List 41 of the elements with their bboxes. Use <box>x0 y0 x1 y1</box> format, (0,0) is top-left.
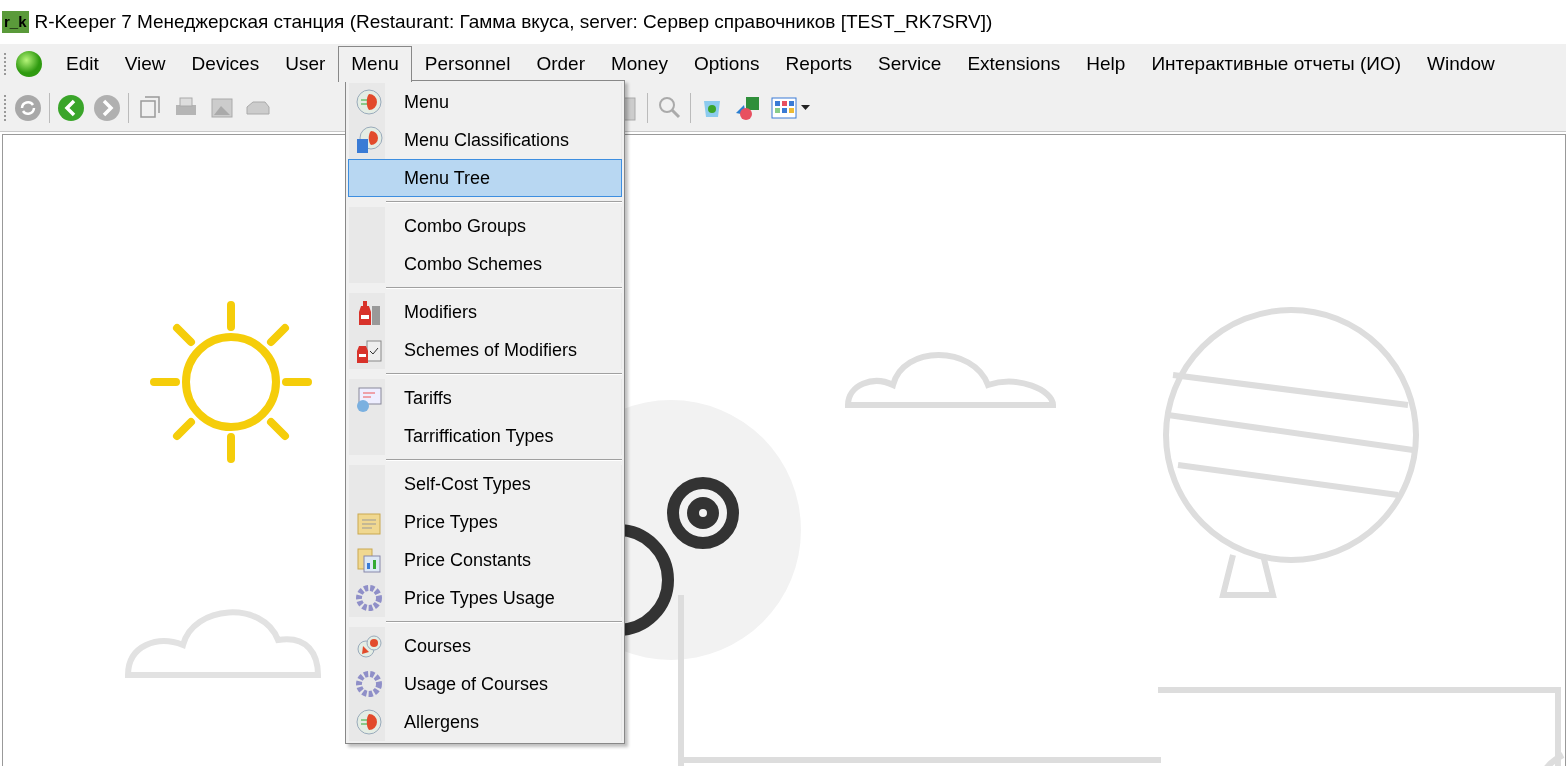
menu-item[interactable]: Menu Tree <box>348 159 622 197</box>
menu-bar-item[interactable]: Devices <box>178 46 273 82</box>
gear-icon <box>355 584 383 612</box>
menu-item[interactable]: Courses <box>348 627 622 665</box>
menu-item[interactable]: Menu <box>348 83 622 121</box>
menu-item[interactable]: Usage of Courses <box>348 665 622 703</box>
menu-item[interactable]: Modifiers <box>348 293 622 331</box>
menu-item[interactable]: Tariffs <box>348 379 622 417</box>
menu-bar-item[interactable]: Help <box>1073 46 1139 82</box>
menu-item[interactable]: Price Types Usage <box>348 579 622 617</box>
gear-icon <box>355 670 383 698</box>
menu-bar-item[interactable]: Reports <box>772 46 865 82</box>
menu-bar-item[interactable]: Order <box>523 46 598 82</box>
refresh-icon[interactable] <box>13 92 43 123</box>
status-ball-icon[interactable] <box>15 50 43 78</box>
menu-item[interactable]: Price Types <box>348 503 622 541</box>
menu-item[interactable]: Price Constants <box>348 541 622 579</box>
menu-bar-item[interactable]: Menu <box>338 46 412 82</box>
menu-item[interactable]: Menu Classifications <box>348 121 622 159</box>
menu-bar-item[interactable]: Интерактивные отчеты (ИО) <box>1138 46 1415 82</box>
plate-doc-icon <box>355 126 383 154</box>
menu-bar-item[interactable]: Personnel <box>411 46 524 82</box>
plate-icon <box>355 88 383 116</box>
menu-bar-item[interactable]: Money <box>597 46 681 82</box>
menu-item[interactable]: Combo Schemes <box>348 245 622 283</box>
menu-bar-item[interactable]: Extensions <box>954 46 1074 82</box>
menu-bar-item[interactable]: Service <box>865 46 955 82</box>
menu-item[interactable]: Tarriffication Types <box>348 417 622 455</box>
menu-item[interactable]: Self-Cost Types <box>348 465 622 503</box>
menu-item[interactable]: Schemes of Modifiers <box>348 331 622 369</box>
menu-bar-item[interactable]: Options <box>681 46 773 82</box>
app-logo: r_k <box>2 11 29 33</box>
menu-bar-item[interactable]: User <box>272 46 339 82</box>
menu-bar-item[interactable]: Edit <box>53 46 112 82</box>
window-title: R-Keeper 7 Менеджерская станция (Restaurant: Гамма вкуса, server: Сервер справочников [TEST_RK7SRV]) <box>34 9 993 35</box>
plate-icon <box>355 708 383 736</box>
menu-item[interactable]: Allergens <box>348 703 622 741</box>
chart-doc-icon <box>355 546 383 574</box>
menu-bar-item[interactable]: View <box>111 46 179 82</box>
menu-bar-item[interactable]: Window <box>1414 46 1508 82</box>
menu-item[interactable]: Combo Groups <box>348 207 622 245</box>
